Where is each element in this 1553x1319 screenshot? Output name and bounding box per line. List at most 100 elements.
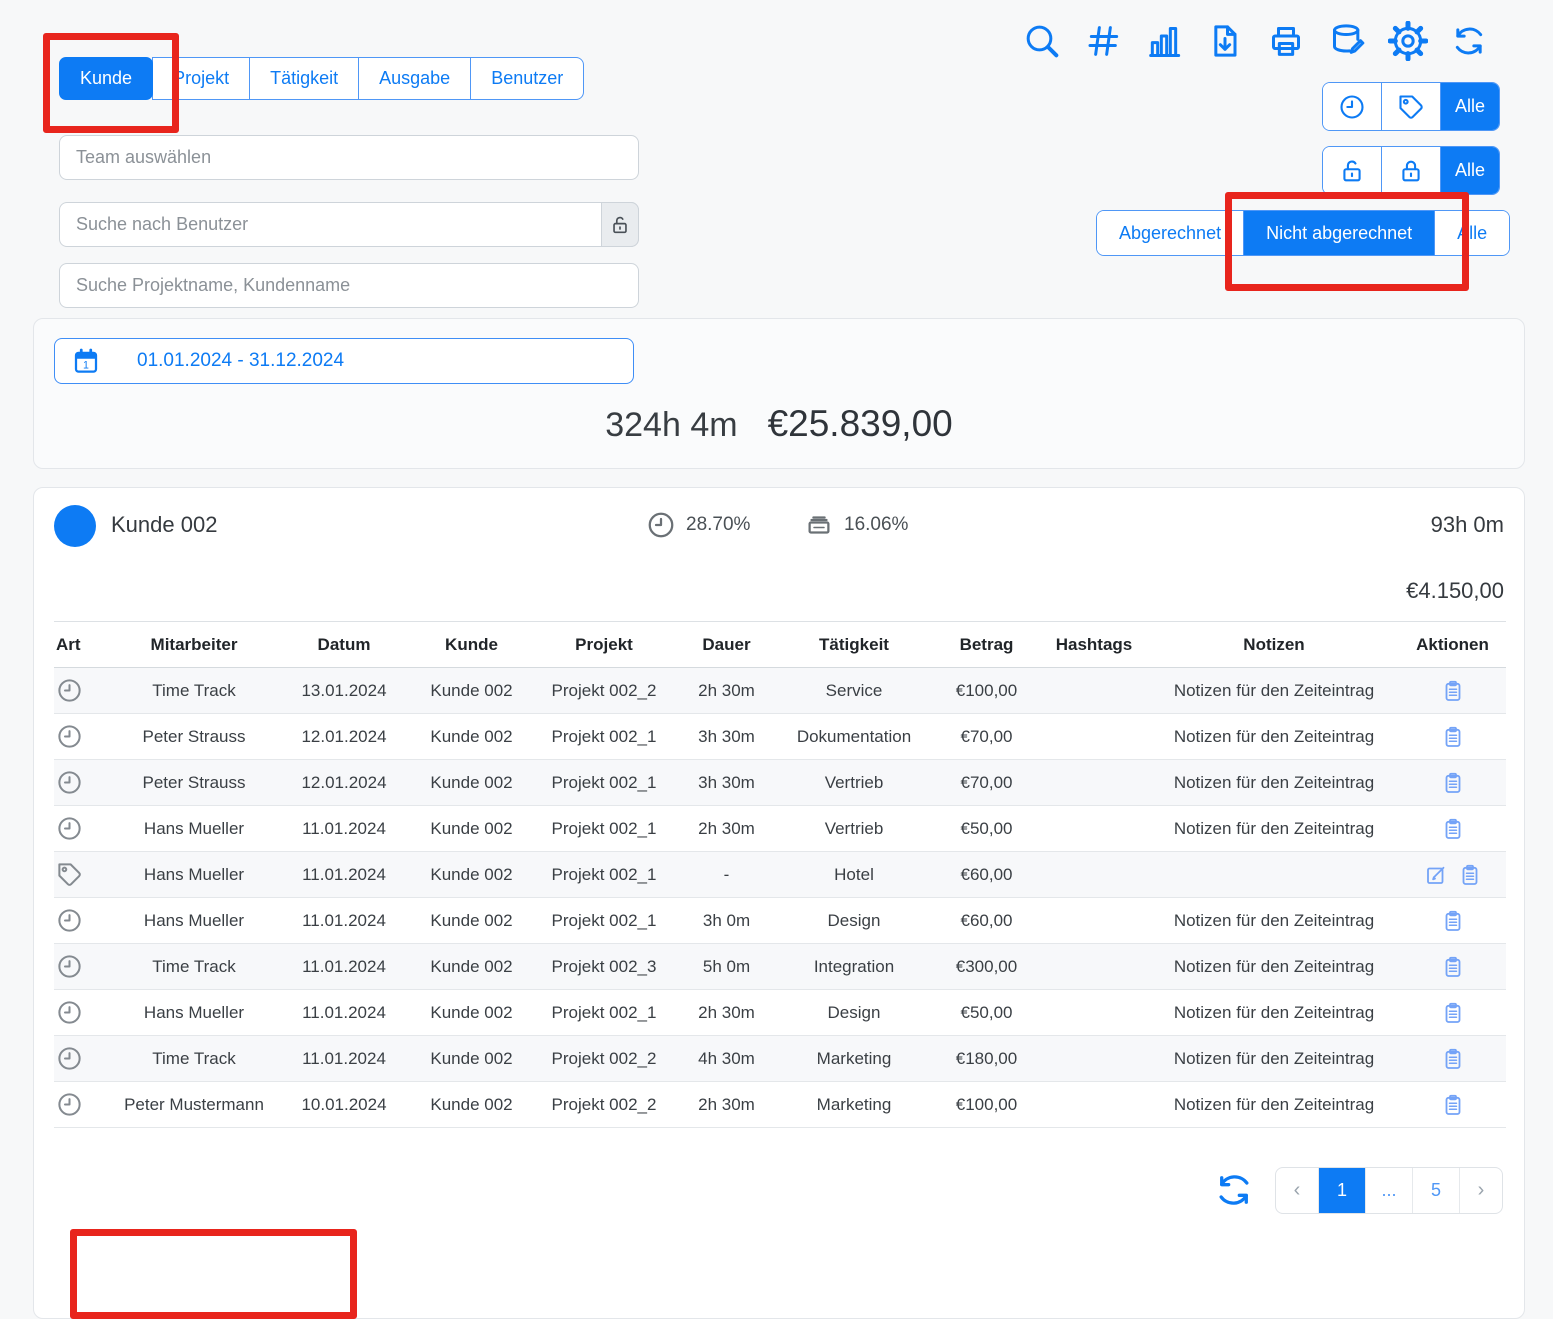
cell-art [54, 815, 114, 842]
filter-type-all-button[interactable]: Alle [1440, 83, 1499, 130]
cell-taetigkeit: Vertrieb [774, 773, 934, 793]
cell-dauer: 2h 30m [679, 1003, 774, 1023]
cell-notizen: Notizen für den Zeiteintrag [1149, 957, 1399, 977]
expense-tag-icon [56, 861, 83, 888]
cell-datum: 11.01.2024 [274, 819, 414, 839]
date-range-picker[interactable]: 01.01.2024 - 31.12.2024 [54, 338, 634, 384]
cell-art [54, 723, 114, 750]
cell-datum: 12.01.2024 [274, 727, 414, 747]
table-row: Hans Mueller 11.01.2024 Kunde 002 Projek… [54, 806, 1506, 852]
cell-kunde: Kunde 002 [414, 1095, 529, 1115]
page-next-button[interactable]: › [1459, 1168, 1502, 1213]
edit-icon[interactable] [1424, 863, 1448, 887]
bar-chart-icon[interactable] [1144, 21, 1184, 61]
timesheet-clock-icon [56, 1045, 83, 1072]
cell-projekt: Projekt 002_1 [529, 773, 679, 793]
billing-nicht-abgerechnet-button[interactable]: Nicht abgerechnet [1243, 211, 1434, 255]
cell-mitarbeiter: Hans Mueller [114, 1003, 274, 1023]
clock-icon [1338, 93, 1366, 121]
col-datum: Datum [274, 635, 414, 655]
cell-aktionen [1399, 1093, 1506, 1117]
filter-lock-all-button[interactable]: Alle [1440, 147, 1499, 194]
page-prev-button[interactable]: ‹ [1276, 1168, 1318, 1213]
billing-alle-button[interactable]: Alle [1434, 211, 1509, 255]
cell-mitarbeiter: Hans Mueller [114, 819, 274, 839]
cell-mitarbeiter: Time Track [114, 1049, 274, 1069]
cell-mitarbeiter: Peter Strauss [114, 773, 274, 793]
table-row: Hans Mueller 11.01.2024 Kunde 002 Projek… [54, 990, 1506, 1036]
refresh-icon[interactable] [1449, 21, 1489, 61]
clipboard-notes-icon[interactable] [1441, 1047, 1465, 1071]
hashtag-icon[interactable] [1083, 21, 1123, 61]
col-dauer: Dauer [679, 635, 774, 655]
clock-icon [646, 510, 676, 540]
cell-datum: 11.01.2024 [274, 865, 414, 885]
cell-notizen: Notizen für den Zeiteintrag [1149, 1003, 1399, 1023]
page-1-button[interactable]: 1 [1318, 1168, 1365, 1213]
clipboard-notes-icon[interactable] [1441, 771, 1465, 795]
cell-aktionen [1399, 679, 1506, 703]
cell-datum: 11.01.2024 [274, 957, 414, 977]
team-select-input[interactable] [59, 135, 639, 180]
col-art: Art [54, 635, 114, 655]
billing-abgerechnet-button[interactable]: Abgerechnet [1097, 211, 1243, 255]
search-icon[interactable] [1022, 21, 1062, 61]
table-row: Time Track 11.01.2024 Kunde 002 Projekt … [54, 944, 1506, 990]
tab-ausgabe[interactable]: Ausgabe [358, 57, 471, 100]
user-search-input[interactable] [59, 202, 639, 247]
col-notizen: Notizen [1149, 635, 1399, 655]
clipboard-notes-icon[interactable] [1441, 1093, 1465, 1117]
user-lock-addon-button[interactable] [601, 202, 639, 247]
clipboard-notes-icon[interactable] [1458, 863, 1482, 887]
cell-taetigkeit: Hotel [774, 865, 934, 885]
page-ellipsis[interactable]: ... [1365, 1168, 1412, 1213]
cell-taetigkeit: Service [774, 681, 934, 701]
cell-aktionen [1399, 771, 1506, 795]
project-search-input[interactable] [59, 263, 639, 308]
cell-betrag: €180,00 [934, 1049, 1039, 1069]
filter-timesheet-button[interactable] [1323, 83, 1381, 130]
cell-projekt: Projekt 002_2 [529, 1095, 679, 1115]
export-icon[interactable] [1205, 21, 1245, 61]
filter-unlocked-button[interactable] [1323, 147, 1381, 194]
cell-betrag: €70,00 [934, 773, 1039, 793]
print-icon[interactable] [1266, 21, 1306, 61]
tab-benutzer[interactable]: Benutzer [470, 57, 584, 100]
cell-aktionen [1399, 725, 1506, 749]
timesheet-clock-icon [56, 723, 83, 750]
tab-taetigkeit[interactable]: Tätigkeit [249, 57, 359, 100]
total-duration: 324h 4m [605, 406, 737, 445]
time-share-value: 28.70% [686, 514, 750, 536]
clipboard-notes-icon[interactable] [1441, 1001, 1465, 1025]
filter-locked-button[interactable] [1381, 147, 1440, 194]
clipboard-notes-icon[interactable] [1441, 679, 1465, 703]
billing-state-toggle: Abgerechnet Nicht abgerechnet Alle [1096, 210, 1510, 256]
reload-list-icon[interactable] [1212, 1168, 1256, 1212]
tab-kunde[interactable]: Kunde [59, 57, 153, 100]
customer-time-share: 28.70% [646, 510, 750, 540]
clipboard-notes-icon[interactable] [1441, 909, 1465, 933]
database-edit-icon[interactable] [1327, 21, 1367, 61]
table-header-row: Art Mitarbeiter Datum Kunde Projekt Daue… [54, 621, 1506, 668]
calendar-icon [71, 346, 101, 376]
summary-panel: 01.01.2024 - 31.12.2024 324h 4m €25.839,… [33, 318, 1525, 469]
report-group-tabs: Kunde Projekt Tätigkeit Ausgabe Benutzer [59, 57, 584, 100]
table-row: Hans Mueller 11.01.2024 Kunde 002 Projek… [54, 898, 1506, 944]
user-search-field [59, 202, 639, 247]
cell-kunde: Kunde 002 [414, 681, 529, 701]
clipboard-notes-icon[interactable] [1441, 817, 1465, 841]
clipboard-notes-icon[interactable] [1441, 955, 1465, 979]
date-range-value: 01.01.2024 - 31.12.2024 [137, 350, 344, 372]
cell-mitarbeiter: Hans Mueller [114, 865, 274, 885]
cell-art [54, 1045, 114, 1072]
page-5-button[interactable]: 5 [1412, 1168, 1459, 1213]
filter-expense-button[interactable] [1381, 83, 1440, 130]
settings-gear-icon[interactable] [1388, 21, 1428, 61]
cell-aktionen [1399, 1047, 1506, 1071]
table-body: Time Track 13.01.2024 Kunde 002 Projekt … [54, 668, 1506, 1128]
lock-state-toggle: Alle [1322, 146, 1500, 195]
clipboard-notes-icon[interactable] [1441, 725, 1465, 749]
tab-projekt[interactable]: Projekt [152, 57, 250, 100]
cell-art [54, 861, 114, 888]
cell-dauer: 2h 30m [679, 1095, 774, 1115]
